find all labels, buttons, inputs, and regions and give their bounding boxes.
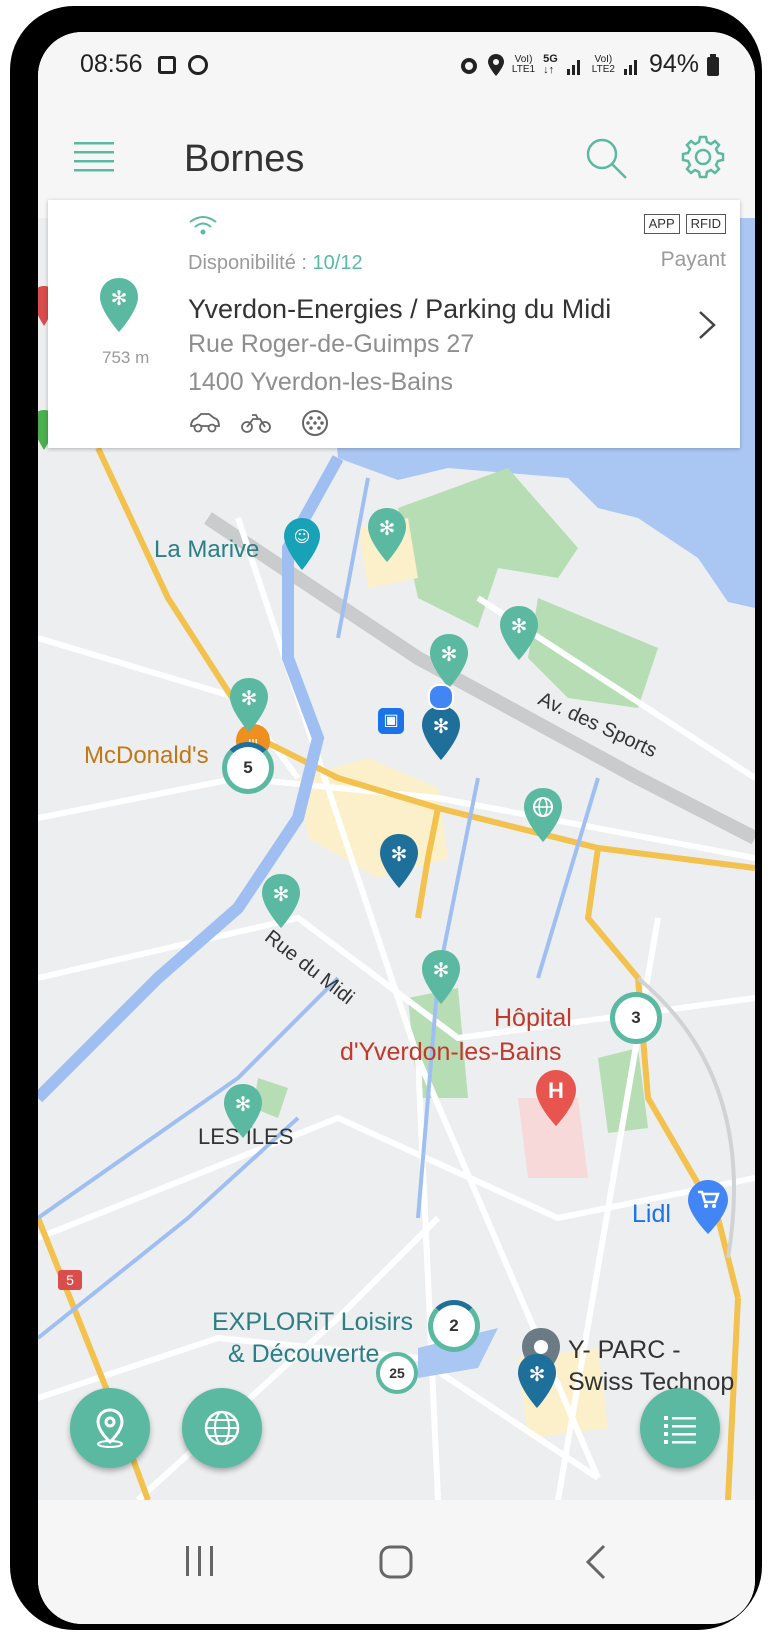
poi-label-lidl: Lidl — [632, 1200, 671, 1228]
road-sign-5: 5 — [58, 1270, 82, 1290]
search-icon[interactable] — [584, 136, 628, 180]
globe-station-pin[interactable] — [524, 788, 562, 842]
volte-lte2-icon: VoI) LTE2 — [591, 53, 615, 75]
station-city: 1400 Yverdon-les-Bains — [188, 368, 453, 396]
gallery-icon — [157, 56, 176, 74]
station-name: Yverdon-Energies / Parking du Midi — [188, 294, 612, 324]
status-time: 08:56 — [80, 50, 209, 79]
availability: Disponibilité : 10/12 — [188, 252, 363, 275]
back-icon[interactable] — [584, 1544, 608, 1580]
vehicle-types — [188, 408, 330, 438]
svg-text:✻: ✻ — [433, 958, 450, 982]
recent-apps-icon[interactable] — [182, 1544, 218, 1578]
battery-icon — [707, 53, 719, 76]
charging-station-pin[interactable]: ✻ — [224, 1084, 262, 1138]
hamburger-menu-icon[interactable] — [74, 140, 114, 174]
svg-text:☺: ☺ — [294, 527, 311, 546]
charging-station-pin[interactable]: ✻ — [500, 606, 538, 660]
svg-text:✻: ✻ — [433, 714, 450, 738]
poi-label-explorit: EXPLORiT Loisirs — [212, 1308, 413, 1336]
motorbike-icon — [241, 414, 271, 433]
svg-text:H: H — [548, 1078, 564, 1103]
status-right: VoI) LTE1 5G ↓↑ VoI) LTE2 94% — [458, 50, 719, 79]
location-pin-icon — [96, 1408, 124, 1448]
poi-label-la-marive: La Marive — [154, 536, 260, 563]
battery-text: 94% — [648, 50, 699, 78]
poi-label-mcdonalds: McDonald's — [84, 742, 209, 769]
poi-label-yparc: Y- PARC - — [568, 1336, 681, 1364]
payment-badges: APP RFID — [643, 214, 726, 234]
station-info-card[interactable]: ✻ 753 m Disponibilité : 10/12 APP RFID P… — [48, 200, 740, 448]
system-nav-bar — [38, 1500, 755, 1624]
availability-value: 10/12 — [312, 252, 363, 274]
svg-text:✻: ✻ — [441, 642, 458, 666]
cluster-count: 25 — [389, 1365, 405, 1381]
phone-frame: 08:56 VoI) LTE1 5G ↓↑ VoI) LTE2 94% Bornes — [10, 6, 762, 1630]
time-text: 08:56 — [80, 50, 143, 78]
connector-icon — [302, 410, 328, 436]
charging-station-pin[interactable]: ✻ — [368, 508, 406, 562]
poi-label-yparc-2: Swiss Technop — [568, 1368, 735, 1396]
svg-text:✻: ✻ — [529, 1362, 546, 1386]
chevron-right-icon[interactable] — [698, 310, 716, 340]
charging-station-pin[interactable]: ✻ — [422, 950, 460, 1004]
charging-station-pin: ✻ — [100, 278, 138, 332]
charging-station-pin-dark[interactable]: ✻ — [380, 834, 418, 888]
charging-station-pin[interactable]: ✻ — [262, 874, 300, 928]
svg-text:✻: ✻ — [391, 842, 408, 866]
svg-text:✻: ✻ — [379, 516, 396, 540]
badge-rfid: RFID — [685, 214, 726, 234]
theatre-poi-icon[interactable]: ☺ — [284, 518, 320, 570]
poi-label-explorit-2: & Découverte... — [228, 1340, 401, 1368]
5g-icon: 5G ↓↑ — [543, 52, 558, 76]
cluster-marker[interactable]: 5 — [222, 742, 274, 794]
user-location-dot — [428, 684, 454, 710]
charging-station-pin-dark[interactable]: ✻ — [518, 1354, 556, 1408]
globe-icon — [204, 1410, 240, 1446]
screen: 08:56 VoI) LTE1 5G ↓↑ VoI) LTE2 94% Bornes — [38, 32, 755, 1624]
svg-text:✻: ✻ — [241, 686, 258, 710]
cluster-marker[interactable]: 2 — [428, 1300, 480, 1352]
availability-label: Disponibilité : — [188, 252, 307, 274]
badge-app: APP — [643, 214, 680, 234]
whatsapp-icon — [188, 55, 209, 75]
cluster-count: 2 — [449, 1316, 459, 1335]
page-title: Bornes — [184, 138, 305, 180]
hospital-poi-icon[interactable]: H — [536, 1070, 576, 1126]
shopping-cart-icon[interactable] — [688, 1180, 728, 1234]
train-station-icon[interactable]: ▣ — [378, 708, 404, 734]
gear-icon[interactable] — [680, 134, 726, 180]
station-street: Rue Roger-de-Guimps 27 — [188, 330, 475, 358]
wifi-icon — [189, 216, 217, 235]
home-icon[interactable] — [378, 1544, 414, 1580]
pricing-label: Payant — [660, 248, 726, 271]
cluster-marker[interactable]: 3 — [610, 992, 662, 1044]
poi-label-hopital-2: d'Yverdon-les-Bains — [340, 1038, 562, 1066]
network-filter-button[interactable] — [182, 1388, 262, 1468]
charging-station-pin[interactable]: ✻ — [430, 634, 468, 688]
volte-lte1-icon: VoI) LTE1 — [511, 53, 536, 75]
svg-text:✻: ✻ — [511, 614, 528, 638]
cluster-count: 5 — [243, 758, 253, 777]
charging-station-pin[interactable]: ✻ — [230, 678, 268, 732]
svg-text:✻: ✻ — [235, 1092, 252, 1116]
station-distance: 753 m — [102, 348, 150, 367]
road-sign-number: 5 — [66, 1272, 74, 1288]
list-icon — [664, 1416, 696, 1444]
charging-station-pin-selected[interactable]: ✻ — [422, 706, 460, 760]
signal-2-icon — [623, 59, 637, 75]
cluster-count: 3 — [631, 1008, 641, 1027]
car-icon — [190, 413, 220, 433]
status-bar: 08:56 VoI) LTE1 5G ↓↑ VoI) LTE2 94% — [38, 32, 755, 96]
poi-label-hopital: Hôpital — [494, 1004, 572, 1032]
location-icon — [487, 53, 504, 76]
svg-text:✻: ✻ — [111, 286, 128, 310]
signal-1-icon — [566, 59, 580, 75]
svg-text:✻: ✻ — [273, 882, 290, 906]
locate-me-button[interactable] — [70, 1388, 150, 1468]
list-view-button[interactable] — [640, 1388, 720, 1468]
alarm-icon — [460, 57, 477, 74]
cluster-marker[interactable]: 25 — [376, 1352, 418, 1394]
